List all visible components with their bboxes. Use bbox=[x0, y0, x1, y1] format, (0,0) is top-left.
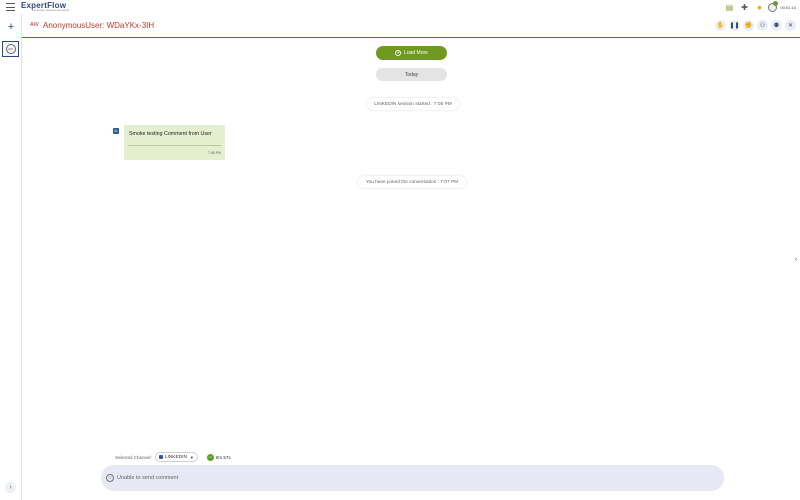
selected-channel-label: Selected Channel: bbox=[115, 454, 152, 460]
menu-icon[interactable] bbox=[6, 3, 15, 11]
date-separator: Today bbox=[376, 68, 447, 81]
message-input[interactable] bbox=[117, 475, 677, 481]
timer-value: 8m 57s bbox=[215, 454, 231, 460]
timer-icon: ⏱ bbox=[206, 453, 214, 461]
wave-icon[interactable]: ✋ bbox=[715, 20, 726, 31]
load-more-label: Load More bbox=[404, 50, 428, 56]
channel-select-value: LINKEDIN bbox=[164, 454, 187, 460]
customer-initials: AW bbox=[30, 22, 39, 28]
bell-icon[interactable]: ● bbox=[752, 0, 766, 14]
system-message: LINKEDIN session started : 7:05 PM bbox=[367, 98, 459, 110]
online-status-dot bbox=[773, 0, 779, 6]
linkedin-icon: in bbox=[113, 128, 119, 134]
top-icons: ▤ ✚ ● 00:01:10 bbox=[721, 0, 800, 14]
system-message: You have joined the conversation : 7:07 … bbox=[358, 176, 466, 188]
pause-icon[interactable]: ❚❚ bbox=[729, 20, 740, 31]
add-icon[interactable]: ✚ bbox=[737, 0, 751, 14]
left-sidebar: + AW › bbox=[0, 14, 22, 500]
message-composer: ☺ bbox=[101, 465, 724, 491]
app-logo-subtitle: connecting customers and agents bbox=[32, 9, 70, 12]
user-avatar[interactable] bbox=[768, 0, 779, 12]
customer-message: Smoke testing Comment from User 7:05 PM bbox=[124, 125, 225, 160]
channel-selector-row: Selected Channel: LINKEDIN ▼ ⏱ 8m 57s bbox=[115, 452, 231, 462]
transfer-icon[interactable]: ⚇ bbox=[757, 20, 768, 31]
emoji-icon[interactable]: ☺ bbox=[106, 474, 114, 482]
expand-sidebar-icon[interactable]: › bbox=[5, 482, 16, 493]
message-divider bbox=[128, 145, 221, 146]
close-icon[interactable]: ✕ bbox=[785, 20, 796, 31]
linkedin-icon bbox=[158, 455, 163, 459]
channel-select[interactable]: LINKEDIN ▼ bbox=[154, 452, 198, 462]
conversation-title: AnonymousUser: WDaYKx-3IH bbox=[43, 21, 155, 30]
conversation-header: AW AnonymousUser: WDaYKx-3IH ✋ ❚❚ ✊ ⚇ ⚉ … bbox=[22, 14, 800, 38]
conversation-tab-avatar: AW bbox=[5, 44, 16, 54]
conversation-actions: ✋ ❚❚ ✊ ⚇ ⚉ ✕ bbox=[712, 20, 796, 31]
load-more-button[interactable]: + Load More bbox=[376, 46, 447, 60]
message-text: Smoke testing Comment from User bbox=[129, 131, 212, 137]
new-conversation-icon[interactable]: + bbox=[6, 22, 16, 33]
chevron-down-icon: ▼ bbox=[189, 454, 194, 460]
chat-area: + Load More Today LINKEDIN session start… bbox=[22, 38, 800, 500]
chevron-left-icon[interactable]: ‹ bbox=[795, 256, 800, 264]
conversation-tab[interactable]: AW bbox=[2, 41, 19, 57]
message-time: 7:05 PM bbox=[207, 151, 221, 155]
add-participant-icon[interactable]: ⚉ bbox=[771, 20, 782, 31]
hand-icon[interactable]: ✊ bbox=[743, 20, 754, 31]
top-bar: ExpertFlow connecting customers and agen… bbox=[0, 0, 800, 14]
load-more-icon: + bbox=[395, 50, 402, 56]
status-timer: 00:01:10 bbox=[780, 4, 796, 10]
conversation-timer: ⏱ 8m 57s bbox=[206, 453, 231, 461]
messages-icon[interactable]: ▤ bbox=[722, 0, 736, 14]
